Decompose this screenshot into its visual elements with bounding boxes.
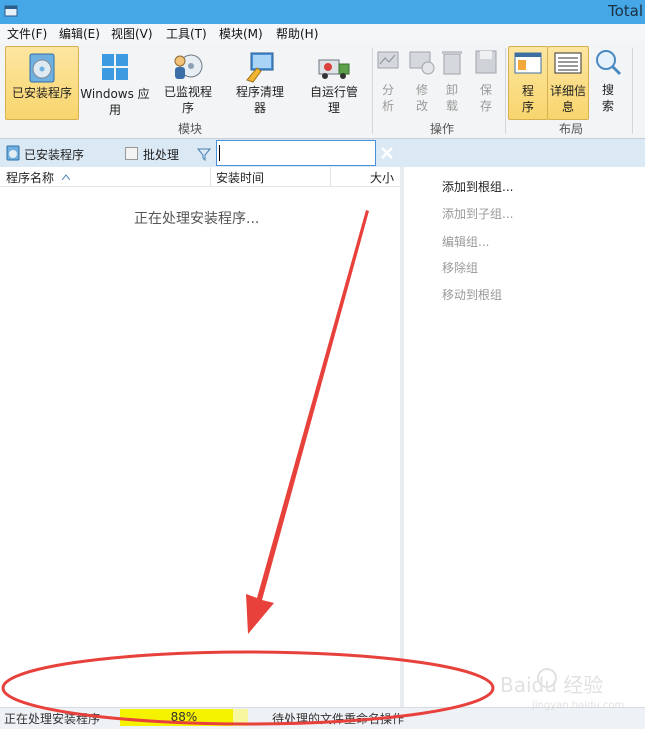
actions-group-label: 操作 xyxy=(430,122,455,136)
monitored-programs-button[interactable]: 已监视程序 xyxy=(156,46,220,118)
menu-help[interactable]: 帮助(H) xyxy=(276,25,318,42)
window-title: Total xyxy=(607,2,643,20)
status-right-text: 待处理的文件重命名操作 xyxy=(272,712,405,726)
monitored-programs-label: 已监视程序 xyxy=(163,85,212,115)
processing-message: 正在处理安装程序... xyxy=(134,211,260,227)
sort-up-icon xyxy=(62,174,70,180)
add-to-root-group-link[interactable]: 添加到根组... xyxy=(442,178,513,195)
cd-installer-icon xyxy=(29,53,55,83)
column-divider xyxy=(330,167,331,186)
column-header-row: 程序名称 安装时间 大小 xyxy=(0,167,400,187)
installed-programs-tab[interactable]: 已安装程序 xyxy=(24,146,84,163)
autorun-manager-button[interactable]: 自运行管理 xyxy=(302,46,366,118)
menu-modules[interactable]: 模块(M) xyxy=(219,25,263,42)
truck-icon xyxy=(318,59,350,79)
chart-icon xyxy=(377,51,399,69)
column-divider xyxy=(210,167,211,186)
modules-group-label: 模块 xyxy=(178,122,203,136)
app-icon xyxy=(4,5,18,17)
windows-logo-icon xyxy=(102,54,128,80)
ribbon-separator-3 xyxy=(632,48,633,134)
text-caret xyxy=(219,145,220,161)
ribbon-separator-2 xyxy=(505,48,506,134)
analyze-button[interactable]: 分析 xyxy=(375,46,401,118)
program-list[interactable]: 正在处理安装程序... xyxy=(0,187,400,707)
installed-programs-button[interactable]: 已安装程序 xyxy=(5,46,79,120)
menu-bar: 文件(F) 编辑(E) 视图(V) 工具(T) 模块(M) 帮助(H) xyxy=(0,24,645,42)
status-left-text: 正在处理安装程序 xyxy=(4,712,101,726)
menu-file[interactable]: 文件(F) xyxy=(7,25,47,42)
column-install-date[interactable]: 安装时间 xyxy=(216,169,264,186)
list-view-icon xyxy=(514,52,542,74)
progress-bar: 88% xyxy=(120,709,248,726)
recycle-bin-icon xyxy=(442,51,462,75)
cd-installer-icon xyxy=(6,145,20,161)
save-button[interactable]: 保存 xyxy=(471,46,501,118)
add-to-subgroup-link[interactable]: 添加到子组... xyxy=(442,205,513,222)
move-to-root-group-link[interactable]: 移动到根组 xyxy=(442,286,502,303)
menu-tools[interactable]: 工具(T) xyxy=(166,25,207,42)
broom-screen-icon xyxy=(246,52,274,83)
installed-programs-label: 已安装程序 xyxy=(12,86,73,100)
remove-group-link[interactable]: 移除组 xyxy=(442,259,478,276)
monitor-cd-icon xyxy=(174,54,203,79)
programs-layout-button[interactable]: 程序 xyxy=(508,46,548,120)
title-bar: Total xyxy=(0,0,645,24)
ribbon-separator xyxy=(372,48,373,134)
column-name[interactable]: 程序名称 xyxy=(6,169,54,186)
menu-edit[interactable]: 编辑(E) xyxy=(59,25,100,42)
program-cleaner-button[interactable]: 程序清理器 xyxy=(228,46,292,118)
edit-group-link[interactable]: 编辑组... xyxy=(442,233,489,250)
autorun-manager-label: 自运行管理 xyxy=(309,85,358,115)
details-layout-label: 详细信息 xyxy=(549,84,586,114)
batch-label: 批处理 xyxy=(143,148,180,162)
ribbon: 已安装程序 Windows 应用 已监视程序 程序清理器 自运行管理 模块 分析… xyxy=(0,42,645,139)
details-layout-button[interactable]: 详细信息 xyxy=(547,46,589,120)
modify-icon xyxy=(409,51,435,75)
group-actions-pane: 添加到根组... 添加到子组... 编辑组... 移除组 移动到根组 xyxy=(404,167,645,707)
progress-label: 88% xyxy=(170,710,198,724)
batch-checkbox[interactable] xyxy=(125,147,138,160)
clear-icon[interactable] xyxy=(380,146,394,160)
search-button[interactable]: 搜索 xyxy=(590,46,626,118)
windows-apps-button[interactable]: Windows 应用 xyxy=(78,46,152,118)
search-label: 搜索 xyxy=(601,83,614,113)
analyze-label: 分析 xyxy=(381,83,394,113)
filter-icon[interactable] xyxy=(197,147,211,161)
program-cleaner-label: 程序清理器 xyxy=(235,85,284,115)
menu-view[interactable]: 视图(V) xyxy=(111,25,153,42)
search-input[interactable] xyxy=(216,140,376,166)
save-label: 保存 xyxy=(479,83,492,113)
magnifier-icon xyxy=(596,50,622,76)
programs-layout-label: 程序 xyxy=(521,84,534,114)
floppy-icon xyxy=(475,50,497,74)
windows-apps-label: Windows 应用 xyxy=(80,87,150,117)
uninstall-label: 卸载 xyxy=(445,83,458,113)
right-toolbar xyxy=(381,139,645,167)
details-grid-icon xyxy=(554,52,582,74)
column-size[interactable]: 大小 xyxy=(370,169,394,186)
modify-label: 修改 xyxy=(415,83,428,113)
modify-button[interactable]: 修改 xyxy=(406,46,438,118)
uninstall-button[interactable]: 卸载 xyxy=(438,46,466,118)
layout-group-label: 布局 xyxy=(559,122,584,136)
